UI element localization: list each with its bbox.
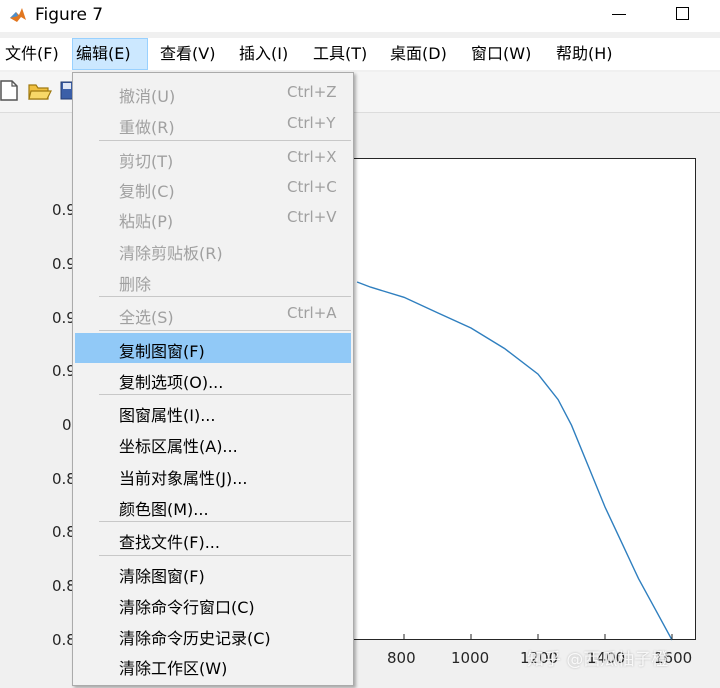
menu-separator <box>99 521 351 522</box>
menu-item-copy-figure[interactable]: 复制图窗(F) <box>75 333 351 363</box>
menu-item-shortcut: Ctrl+X <box>287 148 337 166</box>
menu-item-label: 撤消(U) <box>119 87 176 106</box>
menu-item-find-files[interactable]: 查找文件(F)... <box>75 524 351 554</box>
menu-item-copy-options[interactable]: 复制选项(O)... <box>75 364 351 394</box>
menu-item-label: 清除命令行窗口(C) <box>119 598 255 617</box>
menu-item-redo[interactable]: 重做(R) Ctrl+Y <box>75 109 351 139</box>
menu-item-shortcut: Ctrl+Z <box>287 83 337 101</box>
menu-item-select-all[interactable]: 全选(S) Ctrl+A <box>75 299 351 329</box>
menu-item-shortcut: Ctrl+A <box>287 304 337 322</box>
menu-item-label: 剪切(T) <box>119 152 174 171</box>
menu-item-label: 坐标区属性(A)... <box>119 437 238 456</box>
menu-item-clear-command-window[interactable]: 清除命令行窗口(C) <box>75 589 351 619</box>
menu-item-label: 清除剪贴板(R) <box>119 244 223 263</box>
menu-item-label: 粘贴(P) <box>119 212 174 231</box>
menu-item-shortcut: Ctrl+V <box>287 208 337 226</box>
menu-item-axes-properties[interactable]: 坐标区属性(A)... <box>75 428 351 458</box>
menu-item-label: 复制图窗(F) <box>119 342 205 361</box>
menu-item-clear-command-history[interactable]: 清除命令历史记录(C) <box>75 620 351 650</box>
menu-item-clear-figure[interactable]: 清除图窗(F) <box>75 558 351 588</box>
menu-item-shortcut: Ctrl+Y <box>287 114 336 132</box>
menu-item-figure-properties[interactable]: 图窗属性(I)... <box>75 397 351 427</box>
menu-item-label: 颜色图(M)... <box>119 500 209 519</box>
menu-separator <box>99 394 351 395</box>
menu-item-label: 图窗属性(I)... <box>119 406 216 425</box>
menu-item-label: 全选(S) <box>119 308 174 327</box>
menu-separator <box>99 140 351 141</box>
menu-separator <box>99 296 351 297</box>
menu-item-label: 重做(R) <box>119 118 175 137</box>
menu-item-current-object-properties[interactable]: 当前对象属性(J)... <box>75 460 351 490</box>
menu-item-label: 清除工作区(W) <box>119 659 228 678</box>
menu-item-label: 查找文件(F)... <box>119 533 220 552</box>
menu-separator <box>99 330 351 331</box>
menu-item-clear-workspace[interactable]: 清除工作区(W) <box>75 650 351 680</box>
menu-item-delete[interactable]: 删除 <box>75 266 351 296</box>
menu-item-undo[interactable]: 撤消(U) Ctrl+Z <box>75 78 351 108</box>
menu-item-paste[interactable]: 粘贴(P) Ctrl+V <box>75 203 351 233</box>
menu-item-copy[interactable]: 复制(C) Ctrl+C <box>75 173 351 203</box>
menu-item-label: 清除命令历史记录(C) <box>119 629 271 648</box>
menu-item-label: 删除 <box>119 275 152 294</box>
edit-menu-dropdown: 撤消(U) Ctrl+Z 重做(R) Ctrl+Y 剪切(T) Ctrl+X 复制(C) Ct… <box>72 72 354 686</box>
menu-item-colormap[interactable]: 颜色图(M)... <box>75 491 351 521</box>
series-line <box>356 281 673 641</box>
menu-item-cut[interactable]: 剪切(T) Ctrl+X <box>75 143 351 173</box>
menu-item-label: 清除图窗(F) <box>119 567 205 586</box>
menu-item-label: 复制选项(O)... <box>119 373 224 392</box>
menu-item-clear-clipboard[interactable]: 清除剪贴板(R) <box>75 235 351 265</box>
menu-item-label: 复制(C) <box>119 182 175 201</box>
menu-item-shortcut: Ctrl+C <box>287 178 337 196</box>
watermark-text: 知乎 @西瓜柚子橙 <box>527 650 669 670</box>
menu-separator <box>99 555 351 556</box>
menu-item-label: 当前对象属性(J)... <box>119 469 248 488</box>
